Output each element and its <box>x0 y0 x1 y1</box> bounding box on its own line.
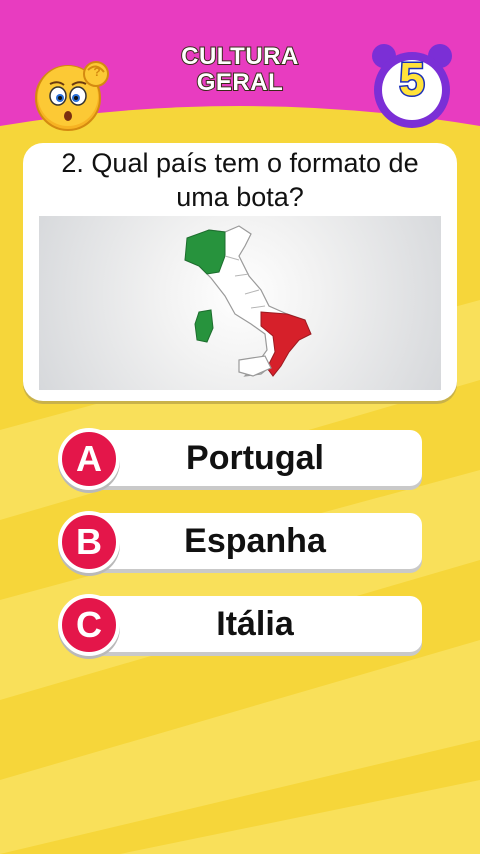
title-line-2: GERAL <box>196 69 284 97</box>
title-line-1: CULTURA <box>180 43 299 71</box>
svg-text:?: ? <box>93 65 100 79</box>
italy-map-icon <box>184 225 312 377</box>
answer-option-a[interactable]: Portugal A <box>58 428 422 492</box>
answer-label[interactable]: Espanha <box>88 513 422 569</box>
answer-letter-badge[interactable]: C <box>58 594 120 656</box>
answer-letter-badge[interactable]: A <box>58 428 120 490</box>
answer-option-c[interactable]: Itália C <box>58 594 422 658</box>
question-text: 2. Qual país tem o formato de uma bota? <box>61 148 419 212</box>
game-title: CULTURA GERAL <box>140 43 340 97</box>
timer-countdown: 5 <box>398 52 427 107</box>
answer-option-b[interactable]: Espanha B <box>58 511 422 575</box>
answer-letter-badge[interactable]: B <box>58 511 120 573</box>
confused-face-icon: ? <box>35 61 109 131</box>
answer-label[interactable]: Portugal <box>88 430 422 486</box>
answer-label[interactable]: Itália <box>88 596 422 652</box>
